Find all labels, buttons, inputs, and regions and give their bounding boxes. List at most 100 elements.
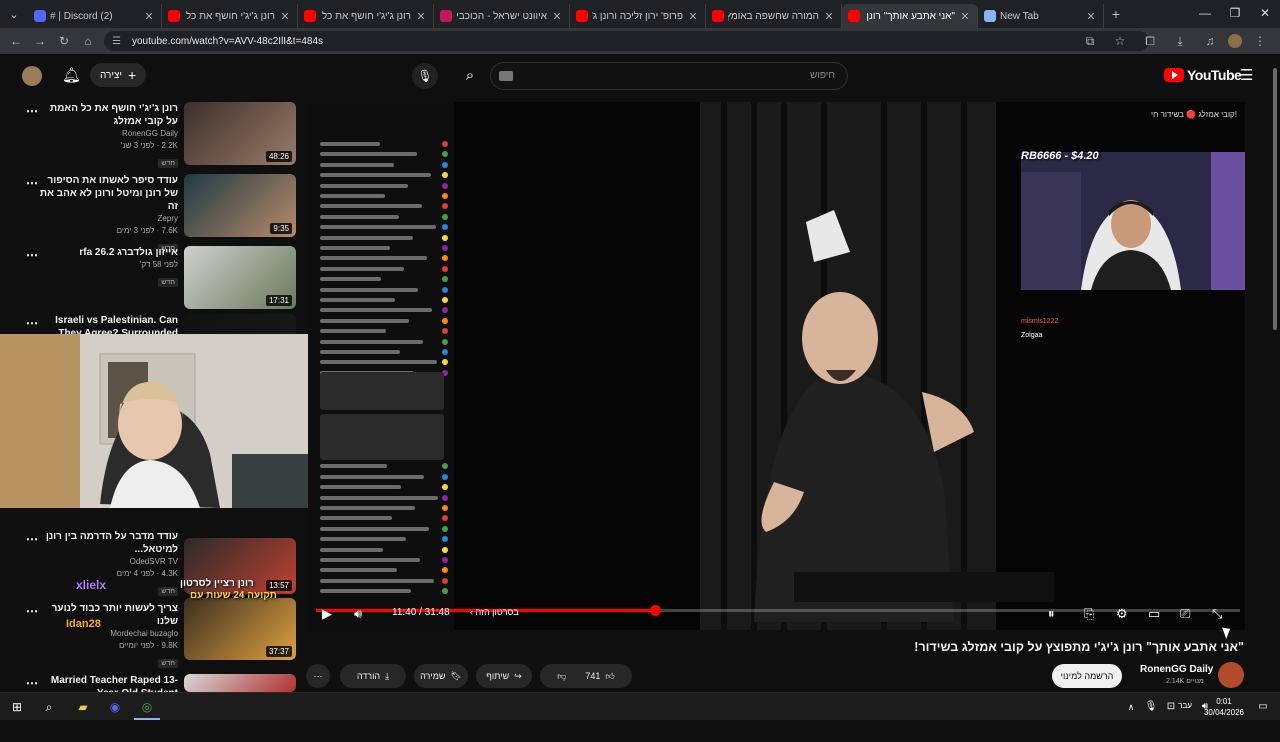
share-button[interactable]: שיתוף ↪ xyxy=(476,664,532,688)
chapter-label[interactable]: בסרטון הזה › xyxy=(470,607,519,617)
recommendation-thumbnail[interactable]: 37:37 xyxy=(184,598,296,660)
recommendation-thumbnail[interactable]: 48:26 xyxy=(184,102,296,165)
youtube-logo[interactable]: YouTube xyxy=(1164,67,1242,83)
file-explorer-icon[interactable]: ▰ xyxy=(74,698,92,716)
recommendation-channel[interactable]: OdedSVR TV xyxy=(38,556,178,568)
dislike-icon[interactable]: 👎︎ xyxy=(557,671,566,682)
maximize-icon[interactable]: ❐ xyxy=(1220,0,1250,28)
browser-tab[interactable]: המורה שחשפה באומץ את ✕ xyxy=(706,4,842,28)
close-window-icon[interactable]: ✕ xyxy=(1250,0,1280,28)
chat-message xyxy=(320,350,400,354)
like-icon[interactable]: 👍︎ xyxy=(605,671,614,682)
reload-icon[interactable]: ↻ xyxy=(52,34,76,48)
minimize-icon[interactable]: — xyxy=(1190,0,1220,28)
browser-tab[interactable]: (2) Discord | # ✕ xyxy=(28,4,162,28)
tab-close-icon[interactable]: ✕ xyxy=(143,10,155,23)
create-button[interactable]: יצירה + xyxy=(90,63,147,87)
recommendation-title[interactable]: רונן ג'יג'י חושף את כל האמת על קובי אמזל… xyxy=(38,102,178,128)
volume-icon[interactable]: 🔊︎ xyxy=(354,606,362,622)
recommendation-item[interactable]: ⋯ אייזון גולדברג 26.2 rfa לפני 58 דק' חדש 17… xyxy=(0,246,300,314)
settings-gear-icon[interactable]: ⚙ xyxy=(1116,606,1128,622)
save-button[interactable]: שמירה 🔖︎ xyxy=(414,664,468,688)
fullscreen-exit-icon[interactable]: ⤡ xyxy=(1212,606,1222,622)
page-scrollbar[interactable] xyxy=(1272,60,1278,692)
browser-tab[interactable]: רונן ג'יג'י חושף את כל הא ✕ xyxy=(298,4,434,28)
browser-tab[interactable]: איוונט ישראל - הכוכבים ב ✕ xyxy=(434,4,570,28)
search-input[interactable]: חיפוש xyxy=(490,62,848,90)
address-bar[interactable]: ☰ youtube.com/watch?v=AVV-48c2IlI&t=484s xyxy=(104,31,1149,51)
browser-menu-icon[interactable]: ⋮ xyxy=(1248,34,1272,48)
windows-start-icon[interactable]: ⊞ xyxy=(8,698,26,716)
tab-close-icon[interactable]: ✕ xyxy=(959,10,971,23)
bookmark-star-icon[interactable]: ☆ xyxy=(1108,34,1132,48)
recommendation-item[interactable]: ⋯ עודד מדבר על הדרמה בין רונן למיטאל... Od… xyxy=(0,530,300,598)
guide-menu-icon[interactable]: ☰ xyxy=(1240,66,1253,84)
tab-close-icon[interactable]: ✕ xyxy=(1085,10,1097,23)
forward-icon[interactable]: → xyxy=(28,34,52,48)
recommendation-thumbnail[interactable] xyxy=(184,674,296,692)
tab-close-icon[interactable]: ✕ xyxy=(687,10,699,23)
channel-avatar[interactable] xyxy=(1218,662,1244,688)
discord-icon[interactable]: ◉ xyxy=(106,698,124,716)
tab-search-icon[interactable]: ⌄ xyxy=(0,0,28,28)
home-icon[interactable]: ⌂ xyxy=(76,34,100,48)
chat-avatar-icon xyxy=(442,525,448,532)
recommendation-channel[interactable]: Mordechai buzaglo xyxy=(38,628,178,640)
recommendation-title[interactable]: עודד מדבר על הדרמה בין רונן למיטאל... xyxy=(38,530,178,556)
tab-close-icon[interactable]: ✕ xyxy=(823,10,835,23)
theater-mode-icon[interactable]: ▭ xyxy=(1148,606,1160,622)
back-icon[interactable]: ← xyxy=(4,34,28,48)
cast-icon[interactable]: ⎚ xyxy=(1180,606,1190,622)
browser-tab[interactable]: New Tab ✕ xyxy=(978,4,1104,28)
account-avatar[interactable] xyxy=(22,66,42,86)
download-button[interactable]: הורדה ⤓ xyxy=(340,664,406,688)
notification-icon[interactable]: ▭ xyxy=(1254,698,1272,716)
extensions-icon[interactable]: ⧠ xyxy=(1138,34,1162,49)
tab-close-icon[interactable]: ✕ xyxy=(415,10,427,23)
recommendation-thumbnail[interactable]: 17:31 xyxy=(184,246,296,309)
recommendation-item[interactable]: ⋯ עודד סיפר לאשתו את הסיפור של רונן ומיטל… xyxy=(0,174,300,253)
new-tab-button[interactable]: + xyxy=(1104,6,1128,22)
chrome-icon[interactable]: ◎ xyxy=(138,698,156,716)
voice-search-mic-icon[interactable]: 🎙︎ xyxy=(412,63,438,89)
profile-avatar[interactable] xyxy=(1228,34,1242,48)
more-actions-button[interactable]: ⋯ xyxy=(306,664,330,688)
tray-chevron-icon[interactable]: ∧ xyxy=(1122,698,1140,716)
recommendation-title[interactable]: צריך לעשות יותר כבוד לנוער שלנו xyxy=(38,602,178,628)
tab-close-icon[interactable]: ✕ xyxy=(279,10,291,23)
downloads-icon[interactable]: ⤓ xyxy=(1168,34,1192,49)
subscribe-button[interactable]: הרשמה למינוי xyxy=(1052,664,1122,688)
search-icon[interactable]: ⌕ xyxy=(455,62,485,90)
recommendation-channel[interactable]: Zepry xyxy=(38,213,178,225)
tab-close-icon[interactable]: ✕ xyxy=(551,10,563,23)
chat-avatar-icon xyxy=(442,172,448,179)
browser-tab[interactable]: פרופ' ירון זליכה ורונן ג'יג' ✕ xyxy=(570,4,706,28)
recommendation-item[interactable]: ⋯ רונן ג'יג'י חושף את כל האמת על קובי אמז… xyxy=(0,102,300,170)
chat-avatar-icon xyxy=(442,245,448,251)
keyboard-icon[interactable] xyxy=(499,71,513,81)
browser-tab[interactable]: "אני אתבע אותך" רונן ג'יג' ✕ xyxy=(842,4,978,28)
site-info-icon[interactable]: ☰ xyxy=(112,36,126,47)
recommendation-item[interactable]: ⋯ צריך לעשות יותר כבוד לנוער שלנו Mordecha… xyxy=(0,598,300,670)
browser-tab[interactable]: רונן ג'יג'י חושף את כל האמת על קובי ✕ xyxy=(162,4,298,28)
subtitles-icon[interactable]: ⎘ xyxy=(1084,606,1094,622)
notifications-bell-icon[interactable]: 🔔︎ xyxy=(62,66,81,84)
taskbar-search-icon[interactable]: ⌕ xyxy=(40,698,58,716)
media-control-icon[interactable]: ♫ xyxy=(1198,34,1222,48)
pause-icon[interactable]: ⏸ xyxy=(1048,606,1055,622)
like-count[interactable]: 741 xyxy=(585,671,600,681)
recommendation-title[interactable]: עודד סיפר לאשתו את הסיפור של רונן ומיטל … xyxy=(38,174,178,213)
chat-avatar-icon xyxy=(442,182,448,189)
tray-clock[interactable]: 0:01 30/04/2026 xyxy=(1204,696,1244,718)
channel-name[interactable]: RonenGG Daily xyxy=(1140,664,1213,675)
tray-mic-icon[interactable]: 🎙︎ xyxy=(1142,698,1160,716)
recommendation-channel[interactable]: RonenGG Daily xyxy=(38,128,178,140)
recommendation-thumbnail[interactable]: 9:35 xyxy=(184,174,296,237)
keyboard-language[interactable]: עבר xyxy=(1178,701,1192,710)
scrollbar-thumb[interactable] xyxy=(1273,68,1277,330)
recommendation-title[interactable]: אייזון גולדברג 26.2 rfa xyxy=(38,246,178,259)
video-player[interactable]: קובי אמזלג 🔴 בשידור חי! RB6666 - $4.20 m… xyxy=(308,102,1245,630)
play-icon[interactable]: ▶ xyxy=(322,606,332,622)
install-app-icon[interactable]: ⧉ xyxy=(1078,34,1102,49)
subscriber-count: 2.14K מנויים xyxy=(1166,678,1204,685)
